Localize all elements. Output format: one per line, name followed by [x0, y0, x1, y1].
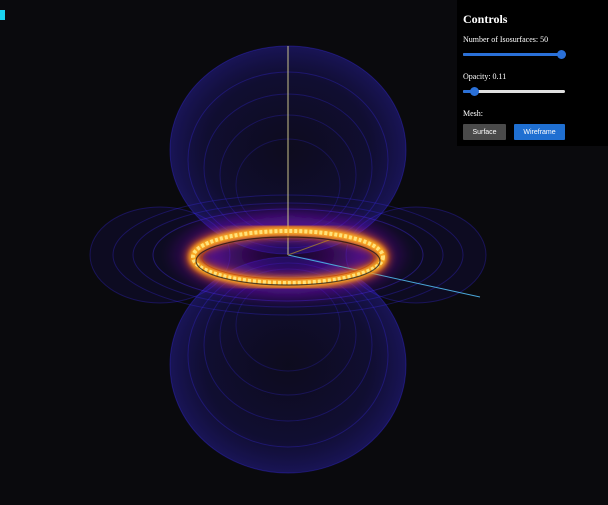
corner-indicator: [0, 10, 5, 20]
mesh-buttons: Surface Wireframe: [463, 124, 602, 140]
controls-panel: Controls Number of Isosurfaces: 50 Opaci…: [457, 0, 608, 146]
slider-thumb[interactable]: [470, 87, 480, 96]
wireframe-button[interactable]: Wireframe: [514, 124, 565, 140]
slider-thumb[interactable]: [556, 50, 566, 59]
isosurfaces-value: 50: [540, 35, 549, 44]
slider-fill: [463, 53, 561, 56]
opacity-slider[interactable]: [463, 87, 602, 97]
mesh-label: Mesh:: [463, 109, 483, 118]
controls-title: Controls: [463, 12, 508, 26]
opacity-label: Opacity: 0.11: [463, 72, 602, 81]
isosurfaces-label-text: Number of Isosurfaces:: [463, 35, 541, 44]
opacity-label-text: Opacity:: [463, 72, 493, 81]
isosurfaces-slider[interactable]: [463, 50, 602, 60]
opacity-value: 0.11: [492, 72, 507, 81]
isosurfaces-label: Number of Isosurfaces: 50: [463, 35, 602, 44]
surface-button[interactable]: Surface: [463, 124, 506, 140]
